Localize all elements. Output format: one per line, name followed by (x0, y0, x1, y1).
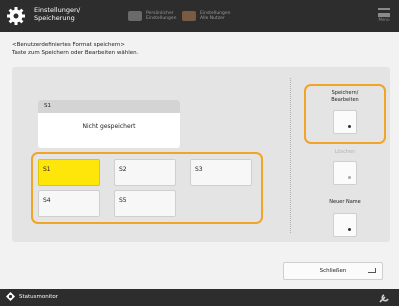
all-users-settings-line2: Alle Nutzer (200, 16, 225, 21)
save-edit-label-line1: Speichern/ (331, 90, 359, 96)
personal-settings-line2: Einstellungen (146, 16, 177, 21)
close-button[interactable]: Schließen (283, 262, 383, 280)
delete-button[interactable] (333, 161, 357, 185)
slot-button-s1[interactable]: S1 (38, 159, 100, 186)
instructions-line1: <Benutzerdefiniertes Format speichern> (12, 42, 126, 48)
all-users-settings-label: Einstellungen Alle Nutzer (200, 11, 231, 21)
preview-caption: S1 (38, 100, 180, 113)
slot-button-s4[interactable]: S4 (38, 190, 100, 217)
tools-icon[interactable] (379, 292, 391, 303)
all-users-settings-icon (182, 11, 196, 21)
status-monitor-button[interactable]: Statusmonitor (6, 292, 58, 301)
header-bar: Einstellungen/ Speicherung Persönlicher … (0, 0, 399, 32)
rename-button[interactable] (333, 213, 357, 237)
slot-button-s5[interactable]: S5 (114, 190, 176, 217)
menu-label: Menü (378, 17, 390, 22)
close-label: Schließen (319, 268, 347, 274)
rename-label: Neuer Name (329, 199, 361, 205)
slot-button-s2[interactable]: S2 (114, 159, 176, 186)
status-monitor-icon (6, 292, 15, 301)
status-monitor-label: Statusmonitor (19, 293, 59, 300)
header-title-line2: Speicherung (34, 14, 75, 22)
personal-settings-label: Persönlicher Einstellungen (146, 11, 177, 21)
save-edit-button[interactable] (333, 110, 357, 134)
header-title-line1: Einstellungen/ (34, 6, 81, 14)
gear-icon (7, 7, 25, 25)
slot-preview: S1 Nicht gespeichert (38, 100, 180, 148)
divider (290, 78, 291, 233)
personal-settings-button[interactable]: Persönlicher Einstellungen (128, 9, 177, 23)
delete-label: Löschen (334, 149, 356, 155)
save-edit-label-line2: Bearbeiten (331, 97, 359, 103)
bottom-bar: Statusmonitor (0, 289, 399, 306)
instructions-line2: Taste zum Speichern oder Bearbeiten wähl… (12, 50, 139, 56)
menu-button[interactable]: Menü (375, 8, 393, 24)
save-edit-label: Speichern/ Bearbeiten (304, 90, 386, 104)
menu-icon (378, 8, 390, 17)
header-title: Einstellungen/ Speicherung (34, 6, 80, 22)
slot-button-s3[interactable]: S3 (190, 159, 252, 186)
enter-icon (368, 268, 376, 273)
personal-settings-icon (128, 11, 142, 21)
preview-status: Nicht gespeichert (82, 123, 136, 130)
all-users-settings-button[interactable]: Einstellungen Alle Nutzer (182, 9, 231, 23)
instructions: <Benutzerdefiniertes Format speichern> T… (12, 41, 138, 57)
